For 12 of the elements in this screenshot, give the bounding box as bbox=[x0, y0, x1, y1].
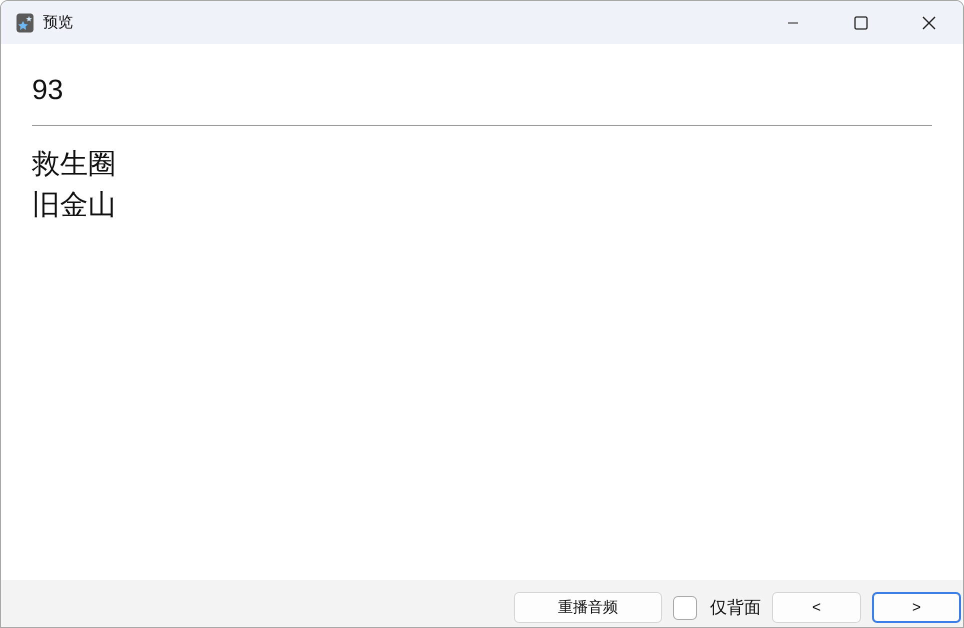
back-only-label: 仅背面 bbox=[710, 597, 761, 619]
close-icon bbox=[922, 16, 936, 30]
maximize-icon bbox=[854, 16, 868, 30]
replay-audio-button[interactable]: 重播音频 bbox=[514, 592, 662, 623]
card-back-text: 救生圈 bbox=[32, 146, 117, 182]
back-only-checkbox[interactable] bbox=[673, 596, 697, 620]
card-back-text: 旧金山 bbox=[32, 187, 117, 223]
app-icon bbox=[16, 12, 34, 32]
card-front-text: 93 bbox=[32, 73, 64, 107]
window-title: 预览 bbox=[43, 13, 73, 32]
next-button[interactable]: > bbox=[872, 592, 961, 623]
previous-button[interactable]: < bbox=[772, 592, 861, 623]
